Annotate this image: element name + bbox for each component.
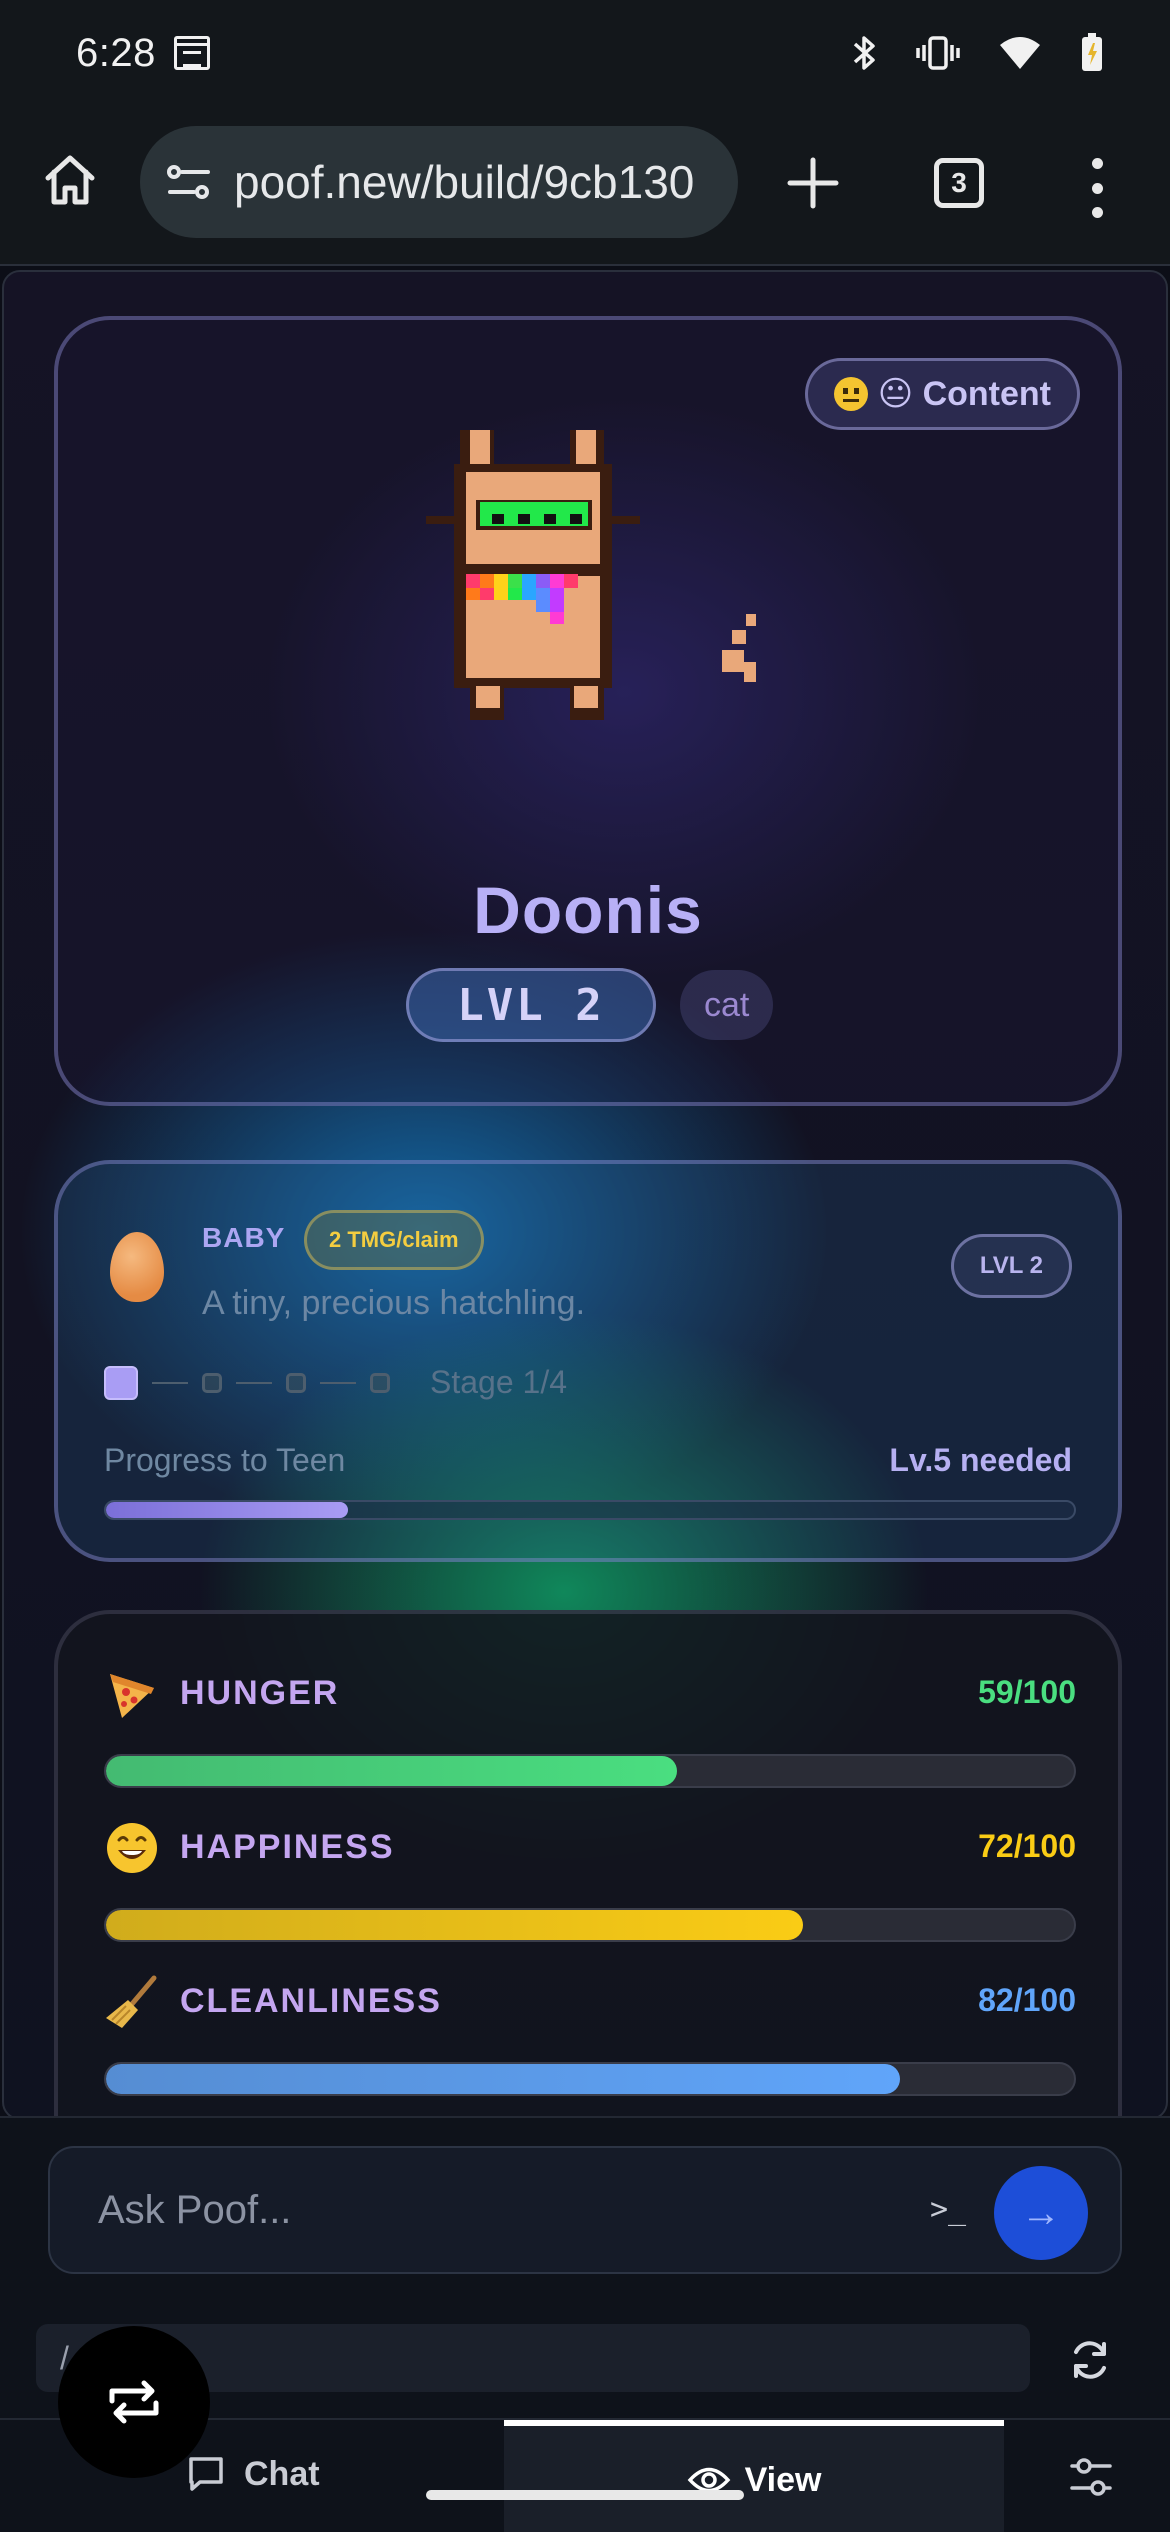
cleanliness-bar-fill [106, 2064, 900, 2094]
stat-name: HAPPINESS [180, 1828, 395, 1866]
mood-badge: 😐 Content [804, 358, 1080, 430]
refresh-icon[interactable] [1064, 2334, 1116, 2386]
happiness-bar [104, 1908, 1076, 1942]
neutral-face-icon [833, 377, 868, 411]
pet-sprite[interactable] [426, 430, 756, 720]
stage-name: BABY [202, 1222, 286, 1253]
terminal-icon[interactable]: >_ [930, 2192, 966, 2227]
tab-count: 3 [951, 167, 967, 198]
stat-value: 82/100 [978, 1982, 1076, 2018]
evolution-progress-fill [106, 1502, 348, 1518]
hunger-bar [104, 1754, 1076, 1788]
more-menu-icon[interactable] [1080, 158, 1114, 218]
stat-hunger: HUNGER 59/100 [104, 1666, 1076, 1788]
url-bar[interactable]: poof.new/build/9cb130 [140, 126, 738, 238]
stats-card: HUNGER 59/100 HAPPINESS 72/100 CLEANLINE… [54, 1610, 1122, 2116]
send-button[interactable]: → [994, 2166, 1088, 2260]
home-icon[interactable] [40, 150, 100, 210]
new-tab-icon[interactable] [780, 150, 846, 216]
happiness-bar-fill [106, 1910, 803, 1940]
chat-input[interactable]: Ask Poof... >_ → [48, 2146, 1122, 2274]
pet-name: Doonis [473, 873, 703, 947]
nav-view-tab[interactable]: View [504, 2420, 1004, 2532]
status-time: 6:28 [76, 30, 156, 75]
stage-dot [202, 1372, 222, 1393]
species-badge: cat [680, 970, 774, 1040]
smile-icon [107, 1823, 157, 1873]
stage-level-badge: LVL 2 [950, 1234, 1072, 1298]
gesture-bar [426, 2490, 744, 2500]
stage-dot-current [104, 1365, 138, 1400]
sliders-icon[interactable] [1066, 2452, 1116, 2502]
progress-label: Progress to Teen [104, 1442, 346, 1478]
egg-icon [110, 1232, 164, 1302]
nav-chat-tab[interactable]: Chat [186, 2454, 320, 2494]
hunger-bar-fill [106, 1756, 678, 1786]
stat-name: CLEANLINESS [180, 1982, 442, 2020]
switch-view-button[interactable] [58, 2326, 210, 2478]
app-viewport: 😐 Content Doonis LVL 2 cat BABY 2 TMG/cl… [0, 264, 1170, 2116]
chat-bubble-icon [189, 2457, 223, 2491]
stat-happiness: HAPPINESS 72/100 [104, 1820, 1076, 1942]
broom-icon [106, 1975, 157, 2028]
site-settings-icon[interactable] [166, 162, 212, 202]
wifi-icon [1000, 37, 1040, 69]
stage-dot [286, 1372, 306, 1393]
reward-badge: 2 TMG/claim [304, 1210, 484, 1270]
chat-input-area: Ask Poof... >_ → [0, 2116, 1170, 2300]
status-bar: 6:28 [0, 0, 1170, 106]
stage-dot [370, 1372, 390, 1393]
battery-icon [1082, 33, 1102, 71]
arrow-right-icon: → [1021, 2190, 1061, 2235]
stage-progress-dots: Stage 1/4 [104, 1364, 567, 1401]
calendar-icon [173, 36, 210, 70]
nav-chat-label: Chat [244, 2454, 320, 2493]
tab-switcher-button[interactable]: 3 [934, 158, 984, 208]
repeat-icon [109, 2380, 159, 2424]
stage-count: Stage 1/4 [430, 1364, 567, 1400]
pet-card: 😐 Content Doonis LVL 2 cat [54, 316, 1122, 1106]
browser-toolbar: poof.new/build/9cb130 3 [0, 106, 1170, 264]
pizza-icon [110, 1674, 154, 1718]
vibrate-icon [916, 36, 960, 70]
progress-requirement: Lv.5 needed [889, 1442, 1072, 1478]
pet-level-badge: LVL 2 [406, 968, 656, 1042]
bluetooth-icon [853, 36, 875, 70]
stat-value: 72/100 [978, 1828, 1076, 1864]
stat-cleanliness: CLEANLINESS 82/100 [104, 1974, 1076, 2096]
cleanliness-bar [104, 2062, 1076, 2096]
preview-frame: 😐 Content Doonis LVL 2 cat BABY 2 TMG/cl… [2, 270, 1168, 2116]
evolution-stage-card: BABY 2 TMG/claim A tiny, precious hatchl… [54, 1160, 1122, 1562]
nav-view-label: View [744, 2460, 822, 2499]
evolution-progress-bar [104, 1500, 1076, 1520]
stat-value: 59/100 [978, 1674, 1076, 1710]
stage-description: A tiny, precious hatchling. [202, 1284, 586, 1322]
mood-label: 😐 Content [877, 375, 1051, 413]
chat-input-placeholder: Ask Poof... [98, 2188, 292, 2232]
stat-name: HUNGER [180, 1674, 340, 1712]
url-text: poof.new/build/9cb130 [234, 156, 695, 208]
